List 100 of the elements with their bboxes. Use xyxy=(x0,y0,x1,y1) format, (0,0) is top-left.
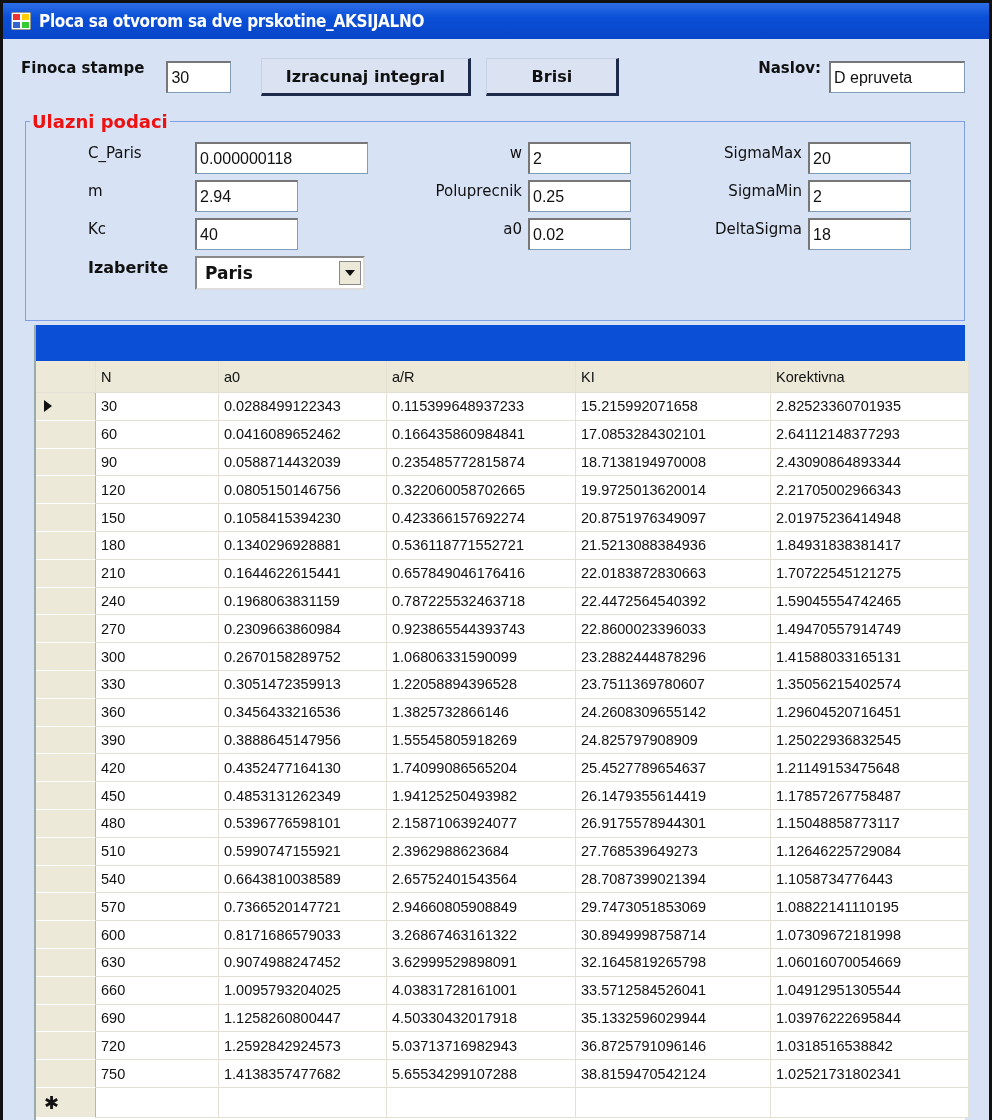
table-cell: 32.1645819265798 xyxy=(576,948,771,977)
table-cell: 2.3962988623684 xyxy=(387,837,576,866)
table-cell: 1.06806331590099 xyxy=(387,643,576,671)
window-title: Ploca sa otvorom sa dve prskotine_AKSIJALNO xyxy=(39,11,425,31)
table-cell: 4.03831728161001 xyxy=(387,976,576,1005)
table-cell: 0.166435860984841 xyxy=(387,420,576,449)
current-row-icon xyxy=(44,400,52,413)
table-cell: 1.70722545121275 xyxy=(771,559,969,588)
table-cell: 38.8159470542124 xyxy=(576,1060,771,1088)
table-cell: 630 xyxy=(96,948,219,977)
text-field[interactable]: 0.000000118 xyxy=(195,142,368,174)
table-cell: 0.1968063831159 xyxy=(219,587,387,616)
table-cell: 28.7087399021394 xyxy=(576,865,771,894)
text-field[interactable]: 0.02 xyxy=(528,218,631,250)
text-field[interactable]: 2.94 xyxy=(195,180,298,212)
text-field[interactable]: 2 xyxy=(808,180,911,212)
column-header[interactable]: a0 xyxy=(219,361,387,393)
table-cell: 360 xyxy=(96,698,219,727)
table-cell: 1.35056215402574 xyxy=(771,670,969,699)
text-field[interactable]: 40 xyxy=(195,218,298,250)
table-cell: 0.3051472359913 xyxy=(219,670,387,699)
table-cell: 720 xyxy=(96,1032,219,1061)
table-cell: 21.5213088384936 xyxy=(576,532,771,560)
table-cell: 1.74099086565204 xyxy=(387,754,576,783)
table-cell: 90 xyxy=(96,448,219,477)
table-cell: 750 xyxy=(96,1060,219,1088)
table-cell: 0.4352477164130 xyxy=(219,754,387,783)
table-cell: 1.25022936832545 xyxy=(771,726,969,755)
table-cell: 1.29604520716451 xyxy=(771,698,969,727)
table-cell: 19.9725013620014 xyxy=(576,476,771,505)
table-cell: 570 xyxy=(96,893,219,922)
table-cell: 1.4138357477682 xyxy=(219,1060,387,1088)
table-cell: 0.5990747155921 xyxy=(219,837,387,866)
table-cell: 1.06016070054669 xyxy=(771,948,969,977)
field-label: Finoca stampe xyxy=(21,59,145,77)
field-label: C_Paris xyxy=(88,143,142,164)
table-cell: 0.6643810038589 xyxy=(219,865,387,894)
dropdown[interactable]: Paris xyxy=(195,256,365,290)
table-cell: 1.0318516538842 xyxy=(771,1032,969,1061)
table-cell: 660 xyxy=(96,976,219,1005)
column-header[interactable]: a/R xyxy=(387,361,576,393)
table-cell: 0.9074988247452 xyxy=(219,948,387,977)
table-cell: 15.215992071658 xyxy=(576,393,771,421)
table-cell: 600 xyxy=(96,921,219,949)
table-cell: 450 xyxy=(96,782,219,810)
table-cell: 30 xyxy=(96,393,219,421)
table-cell: 0.1340296928881 xyxy=(219,532,387,560)
button[interactable]: Brisi xyxy=(486,58,620,96)
field-label: Naslov: xyxy=(758,59,821,77)
table-cell: 1.1058734776443 xyxy=(771,865,969,894)
text-field[interactable]: 18 xyxy=(808,218,911,250)
table-cell: 2.01975236414948 xyxy=(771,504,969,532)
field-label: m xyxy=(88,181,103,202)
table-cell: 36.8725791096146 xyxy=(576,1032,771,1061)
table-cell: 0.3888645147956 xyxy=(219,726,387,755)
table-cell: 0.322060058702665 xyxy=(387,476,576,505)
table-cell: 0.0588714432039 xyxy=(219,448,387,477)
table-cell: 1.94125250493982 xyxy=(387,782,576,810)
table-cell: 2.65752401543564 xyxy=(387,865,576,894)
table-cell: 1.08822141110195 xyxy=(771,893,969,922)
table-cell: 150 xyxy=(96,504,219,532)
column-header[interactable]: Korektivna xyxy=(771,361,969,393)
table-cell: 22.4472564540392 xyxy=(576,587,771,616)
table-cell: 2.15871063924077 xyxy=(387,809,576,838)
table-cell: 0.8171686579033 xyxy=(219,921,387,949)
column-header[interactable]: N xyxy=(96,361,219,393)
table-cell: 1.02521731802341 xyxy=(771,1060,969,1088)
table-cell: 0.536118771552721 xyxy=(387,532,576,560)
table-cell: 60 xyxy=(96,420,219,449)
table-cell: 2.21705002966343 xyxy=(771,476,969,505)
column-header[interactable]: KI xyxy=(576,361,771,393)
table-cell: 210 xyxy=(96,559,219,588)
table-cell: 23.7511369780607 xyxy=(576,670,771,699)
field-label: a0 xyxy=(503,219,522,240)
table-cell: 1.12646225729084 xyxy=(771,837,969,866)
table-cell: 1.21149153475648 xyxy=(771,754,969,783)
text-field[interactable]: D epruveta xyxy=(829,61,965,93)
field-label: w xyxy=(509,143,522,164)
table-cell: 540 xyxy=(96,865,219,894)
app-icon xyxy=(11,12,31,30)
field-label: DeltaSigma xyxy=(714,219,802,240)
table-cell: 0.0288499122343 xyxy=(219,393,387,421)
table-cell: 0.5396776598101 xyxy=(219,809,387,838)
text-field[interactable]: 0.25 xyxy=(528,180,631,212)
button[interactable]: Izracunaj integral xyxy=(261,58,472,96)
table-cell: 24.825797908909 xyxy=(576,726,771,755)
table-cell: 1.22058894396528 xyxy=(387,670,576,699)
table-cell: 22.8600023396033 xyxy=(576,615,771,644)
table-cell: 0.787225532463718 xyxy=(387,587,576,616)
table-cell: 0.235485772815874 xyxy=(387,448,576,477)
table-cell: 270 xyxy=(96,615,219,644)
text-field[interactable]: 20 xyxy=(808,142,911,174)
text-field[interactable]: 2 xyxy=(528,142,631,174)
text-field[interactable]: 30 xyxy=(166,61,232,93)
row-header[interactable] xyxy=(36,393,96,421)
table-cell: 3.62999529898091 xyxy=(387,948,576,977)
table-cell: 0.115399648937233 xyxy=(387,393,576,421)
table-cell: 33.5712584526041 xyxy=(576,976,771,1005)
table-cell: 30.8949998758714 xyxy=(576,921,771,949)
table-cell: 2.94660805908849 xyxy=(387,893,576,922)
